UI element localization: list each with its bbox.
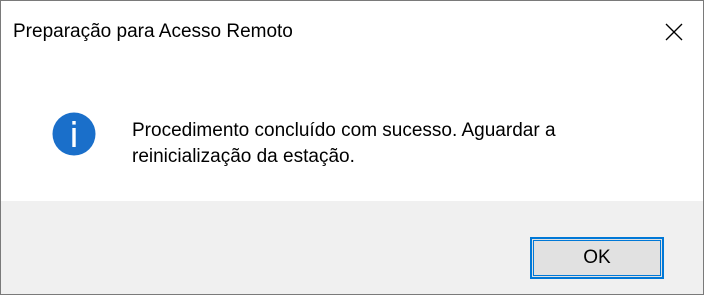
button-bar: OK	[1, 201, 703, 294]
dialog-content: Procedimento concluído com sucesso. Agua…	[1, 63, 703, 201]
ok-button[interactable]: OK	[530, 237, 664, 279]
info-icon	[52, 112, 96, 156]
window-title: Preparação para Acesso Remoto	[13, 21, 293, 42]
close-icon	[665, 23, 683, 41]
dialog-message: Procedimento concluído com sucesso. Agua…	[132, 120, 556, 167]
close-button[interactable]	[645, 1, 703, 63]
title-bar: Preparação para Acesso Remoto	[1, 1, 703, 63]
message-dialog: Preparação para Acesso Remoto Procedimen…	[0, 0, 704, 295]
